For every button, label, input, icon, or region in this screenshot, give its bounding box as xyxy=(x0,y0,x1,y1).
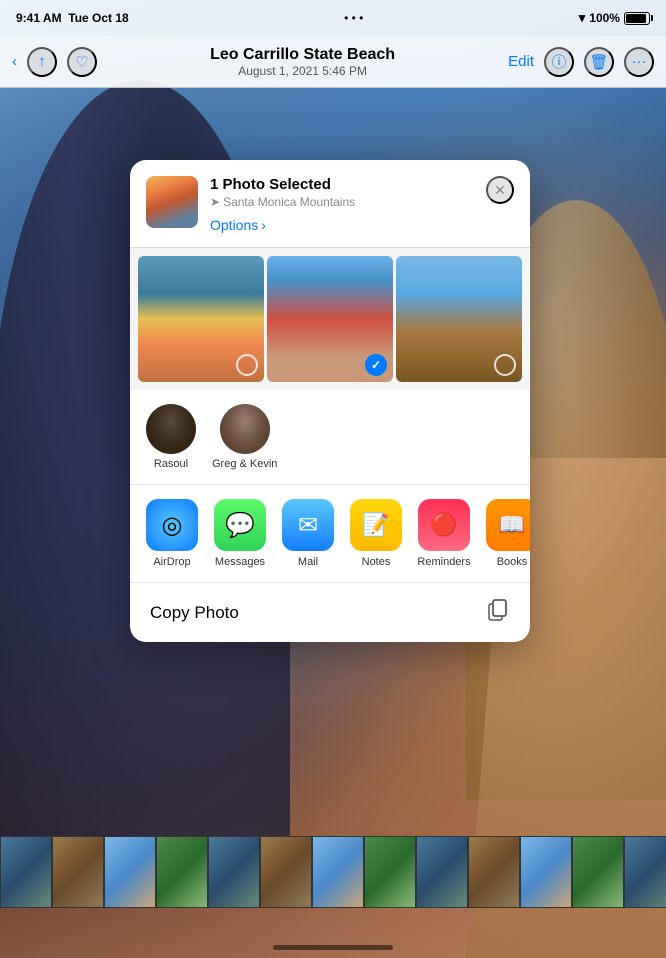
share-icon: ↑ xyxy=(38,53,46,70)
airdrop-icon: ◎ xyxy=(146,499,198,551)
film-thumb-4[interactable] xyxy=(156,836,208,908)
photo-select-1 xyxy=(236,354,258,376)
photo-cell-2[interactable] xyxy=(267,256,393,382)
app-messages[interactable]: 💬 Messages xyxy=(206,499,274,568)
copy-icon xyxy=(488,599,510,626)
share-location: ➤ Santa Monica Mountains xyxy=(210,195,474,209)
photo-cell-1[interactable] xyxy=(138,256,264,382)
share-thumbnail xyxy=(146,176,198,228)
photo-select-2 xyxy=(365,354,387,376)
app-notes[interactable]: 📝 Notes xyxy=(342,499,410,568)
app-row: ◎ AirDrop 💬 Messages ✉ Mail 📝 Notes 🔴 xyxy=(130,485,530,583)
copy-photo-row[interactable]: Copy Photo xyxy=(130,583,530,642)
nav-title: Leo Carrillo State Beach xyxy=(210,46,395,64)
edit-button[interactable]: Edit xyxy=(508,53,534,70)
film-thumb-12[interactable] xyxy=(572,836,624,908)
app-reminders[interactable]: 🔴 Reminders xyxy=(410,499,478,568)
film-thumb-1[interactable] xyxy=(0,836,52,908)
notes-label: Notes xyxy=(362,556,391,568)
nav-center: Leo Carrillo State Beach August 1, 2021 … xyxy=(210,46,395,78)
contact-name-greg-kevin: Greg & Kevin xyxy=(212,458,277,470)
chevron-right-icon: › xyxy=(261,217,266,233)
books-icon: 📖 xyxy=(486,499,530,551)
share-title: 1 Photo Selected xyxy=(210,176,474,193)
film-thumb-9[interactable] xyxy=(416,836,468,908)
contact-rasoul[interactable]: Rasoul xyxy=(146,404,196,470)
more-button[interactable]: ··· xyxy=(624,47,654,77)
home-indicator xyxy=(273,945,393,950)
film-thumb-13[interactable] xyxy=(624,836,666,908)
app-books[interactable]: 📖 Books xyxy=(478,499,530,568)
nav-subtitle: August 1, 2021 5:46 PM xyxy=(210,64,395,78)
delete-button[interactable]: 🗑 xyxy=(584,47,614,77)
trash-icon: 🗑 xyxy=(589,53,608,71)
film-thumb-8[interactable] xyxy=(364,836,416,908)
film-strip xyxy=(0,836,666,908)
contacts-row: Rasoul Greg & Kevin xyxy=(130,390,530,485)
chevron-left-icon: ‹ xyxy=(12,53,17,70)
film-thumb-6[interactable] xyxy=(260,836,312,908)
airdrop-label: AirDrop xyxy=(153,556,190,568)
photo-select-3 xyxy=(494,354,516,376)
status-center: • • • xyxy=(344,11,363,25)
contact-name-rasoul: Rasoul xyxy=(154,458,188,470)
messages-label: Messages xyxy=(215,556,265,568)
info-button[interactable]: ⓘ xyxy=(544,47,574,77)
contact-greg-kevin[interactable]: Greg & Kevin xyxy=(212,404,277,470)
share-button[interactable]: ↑ xyxy=(27,47,57,77)
wifi-icon: ▾ xyxy=(579,10,586,26)
mail-label: Mail xyxy=(298,556,318,568)
nav-left: ‹ ↑ ♡ xyxy=(12,47,97,77)
books-label: Books xyxy=(497,556,528,568)
battery-icon xyxy=(624,12,650,25)
options-button[interactable]: Options › xyxy=(210,217,266,233)
reminders-icon: 🔴 xyxy=(418,499,470,551)
film-thumb-3[interactable] xyxy=(104,836,156,908)
status-bar: 9:41 AM Tue Oct 18 • • • ▾ 100% xyxy=(0,0,666,36)
close-button[interactable]: ✕ xyxy=(486,176,514,204)
info-icon: ⓘ xyxy=(551,51,566,72)
nav-bar: ‹ ↑ ♡ Leo Carrillo State Beach August 1,… xyxy=(0,36,666,88)
contact-avatar-rasoul xyxy=(146,404,196,454)
photo-selection-row xyxy=(130,248,530,390)
mail-icon: ✉ xyxy=(282,499,334,551)
app-mail[interactable]: ✉ Mail xyxy=(274,499,342,568)
status-right: ▾ 100% xyxy=(579,10,650,26)
contact-avatar-greg-kevin xyxy=(220,404,270,454)
copy-photo-label: Copy Photo xyxy=(150,603,239,623)
film-thumb-2[interactable] xyxy=(52,836,104,908)
film-thumb-7[interactable] xyxy=(312,836,364,908)
reminders-label: Reminders xyxy=(417,556,470,568)
messages-icon: 💬 xyxy=(214,499,266,551)
heart-icon: ♡ xyxy=(75,53,88,71)
ellipsis-dots: • • • xyxy=(344,11,363,25)
location-icon: ➤ xyxy=(210,195,220,209)
film-thumb-11[interactable] xyxy=(520,836,572,908)
share-sheet: 1 Photo Selected ➤ Santa Monica Mountain… xyxy=(130,160,530,642)
back-button[interactable]: ‹ xyxy=(12,53,17,70)
status-time: 9:41 AM Tue Oct 18 xyxy=(16,11,129,25)
notes-icon: 📝 xyxy=(350,499,402,551)
battery-percent: 100% xyxy=(589,11,620,25)
share-sheet-header: 1 Photo Selected ➤ Santa Monica Mountain… xyxy=(130,160,530,248)
app-airdrop[interactable]: ◎ AirDrop xyxy=(138,499,206,568)
favorite-button[interactable]: ♡ xyxy=(67,47,97,77)
film-thumb-10[interactable] xyxy=(468,836,520,908)
nav-right: Edit ⓘ 🗑 ··· xyxy=(508,47,654,77)
share-info: 1 Photo Selected ➤ Santa Monica Mountain… xyxy=(210,176,474,235)
photo-cell-3[interactable] xyxy=(396,256,522,382)
film-thumb-5[interactable] xyxy=(208,836,260,908)
ellipsis-icon: ··· xyxy=(632,53,647,70)
